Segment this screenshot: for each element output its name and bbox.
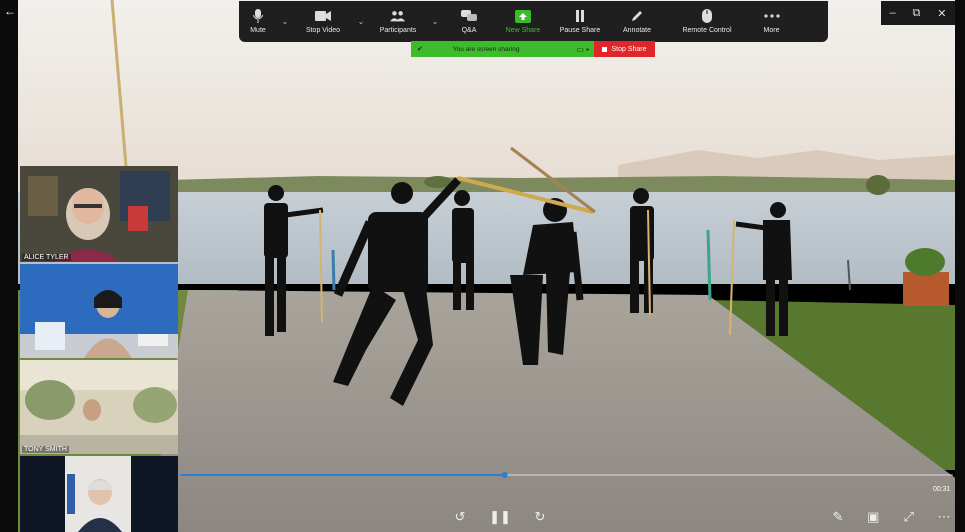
video-camera-icon (315, 9, 331, 23)
minimize-button[interactable]: – (889, 7, 895, 19)
sharing-options-icon[interactable]: ▭ ▪ (576, 45, 589, 54)
fullscreen-icon[interactable]: ⤢ (899, 507, 919, 527)
pencil-icon (629, 9, 645, 23)
participant-tile[interactable]: TONY SMITH (20, 360, 178, 454)
edit-pencil-icon[interactable]: ✎ (828, 507, 848, 527)
back-arrow-icon[interactable]: ← (4, 4, 16, 18)
video-progress-bar[interactable] (180, 472, 953, 478)
sharing-banner-text: You are screen sharing (452, 45, 520, 53)
screen-sharing-banner: ✔ You are screen sharing ▭ ▪ (411, 41, 594, 57)
microphone-icon (250, 9, 266, 23)
restore-button[interactable]: ⧉ (913, 7, 921, 20)
player-controls: ↺ ❚❚ ↻ (450, 505, 550, 529)
more-icon (763, 9, 780, 23)
stop-share-button[interactable]: Stop Share (594, 41, 655, 57)
window-controls: – ⧉ ✕ (881, 1, 955, 25)
close-button[interactable]: ✕ (937, 7, 946, 20)
qa-button[interactable]: Q&A (443, 1, 495, 42)
sharing-status-icon: ✔ (417, 46, 423, 53)
stop-video-button[interactable]: Stop Video (293, 1, 353, 42)
more-options-icon[interactable]: ⋯ (934, 507, 954, 527)
participant-video (20, 360, 178, 454)
pause-icon[interactable]: ❚❚ (489, 507, 511, 527)
more-button[interactable]: More (749, 1, 794, 42)
right-window-edge (955, 0, 965, 532)
annotate-button[interactable]: Annotate (609, 1, 665, 42)
video-options-caret[interactable]: ⌄ (353, 1, 369, 42)
forward-icon[interactable]: ↻ (530, 507, 550, 527)
participant-video (20, 456, 178, 532)
mouse-icon (699, 9, 715, 23)
participant-video (20, 264, 178, 358)
pause-share-button[interactable]: Pause Share (551, 1, 609, 42)
video-time: 00:31 (933, 486, 951, 493)
meeting-toolbar: Mute ⌄ Stop Video ⌄ Participants ⌄ Q&A N… (239, 1, 828, 42)
audio-options-caret[interactable]: ⌄ (277, 1, 293, 42)
remote-control-button[interactable]: Remote Control (665, 1, 749, 42)
participants-icon (390, 9, 406, 23)
pause-icon (572, 9, 588, 23)
participant-tile[interactable]: ALICE TYLER (20, 166, 178, 262)
participant-tile[interactable] (20, 456, 178, 532)
chat-bubbles-icon (461, 9, 477, 23)
participant-video (20, 166, 178, 262)
new-share-button[interactable]: New Share (495, 1, 551, 42)
stop-square-icon (602, 46, 608, 52)
video-progress-fill (180, 474, 505, 476)
video-scrub-handle[interactable] (501, 472, 508, 478)
participant-name: TONY SMITH (22, 446, 69, 453)
participant-tile[interactable] (20, 264, 178, 358)
mute-button[interactable]: Mute (239, 1, 277, 42)
participant-gallery: ALICE TYLER TONY SMITH (18, 166, 180, 532)
share-screen-icon (515, 9, 531, 23)
left-window-edge: ← (0, 0, 18, 532)
participants-options-caret[interactable]: ⌄ (427, 1, 443, 42)
player-extra-controls: ✎ ▣ ⤢ ⋯ (828, 505, 954, 529)
participants-button[interactable]: Participants (369, 1, 427, 42)
participant-name: ALICE TYLER (22, 254, 71, 261)
rewind-icon[interactable]: ↺ (450, 507, 470, 527)
captions-icon[interactable]: ▣ (863, 507, 883, 527)
